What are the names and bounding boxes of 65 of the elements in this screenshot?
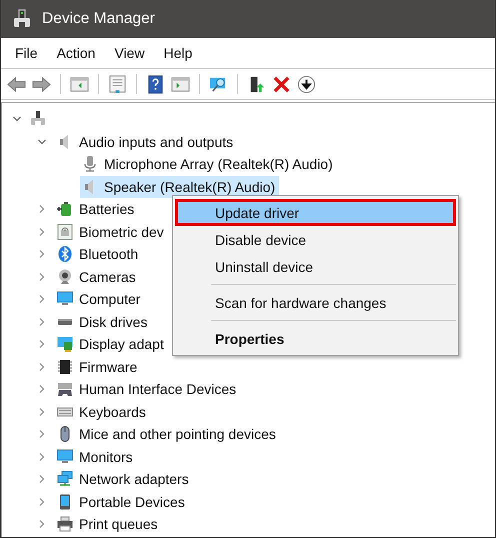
- tree-item[interactable]: Audio inputs and outputs: [55, 130, 238, 153]
- tree-item[interactable]: Cameras: [55, 266, 140, 288]
- menu-bar-item[interactable]: Action: [48, 43, 104, 63]
- chip-icon: [57, 358, 73, 375]
- tree-item[interactable]: Print queues: [55, 513, 162, 536]
- tree-item[interactable]: Biometric dev: [55, 220, 168, 243]
- app-icon: [12, 9, 32, 29]
- disk-drive-icon: [58, 318, 72, 325]
- help-icon[interactable]: [146, 74, 165, 94]
- tree-item[interactable]: Portable Devices: [55, 490, 189, 513]
- tree-item[interactable]: Disk drives: [55, 310, 152, 333]
- battery-plug-icon: [57, 201, 73, 218]
- action-pane-icon[interactable]: [171, 74, 190, 94]
- monitor-icon: [57, 291, 73, 308]
- printer-icon: [57, 516, 73, 532]
- tree-item[interactable]: Network adapters: [55, 468, 193, 490]
- context-menu-item[interactable]: Uninstall device: [175, 253, 456, 280]
- expand-chevron-icon[interactable]: [37, 384, 47, 394]
- network-icon: [57, 471, 73, 488]
- tree-item[interactable]: Human Interface Devices: [55, 378, 240, 400]
- gamepad-keyboard-icon: [57, 381, 73, 398]
- monitor-icon: [57, 448, 73, 465]
- tree-item[interactable]: Speaker (Realtek(R) Audio): [80, 176, 280, 198]
- tree-item[interactable]: Mice and other pointing devices: [55, 423, 280, 446]
- phone-icon: [57, 494, 73, 510]
- tree-item[interactable]: Keyboards: [55, 400, 150, 423]
- context-menu-item[interactable]: Disable device: [175, 226, 456, 253]
- expand-chevron-icon[interactable]: [37, 496, 47, 507]
- context-menu-item[interactable]: Update driver: [175, 199, 456, 226]
- expand-chevron-icon[interactable]: [37, 452, 47, 462]
- tree-item[interactable]: Computer: [55, 288, 144, 310]
- properties-icon[interactable]: [108, 74, 127, 94]
- expand-chevron-icon[interactable]: [37, 519, 47, 530]
- expand-chevron-icon[interactable]: [37, 339, 47, 350]
- collapse-chevron-icon[interactable]: [37, 136, 47, 147]
- context-menu-item[interactable]: Properties: [175, 325, 456, 352]
- bluetooth-icon: [57, 246, 73, 262]
- tree-item[interactable]: Batteries: [55, 198, 138, 220]
- tree-item[interactable]: Firmware: [55, 356, 142, 378]
- microphone-icon: [82, 156, 98, 172]
- expand-chevron-icon[interactable]: [37, 272, 47, 282]
- fingerprint-icon: [57, 224, 73, 240]
- uninstall-x-icon[interactable]: [272, 74, 291, 94]
- tree-item[interactable]: Bluetooth: [55, 243, 142, 266]
- expand-chevron-icon[interactable]: [37, 226, 47, 237]
- tree-item[interactable]: Microphone Array (Realtek(R) Audio): [80, 153, 337, 176]
- expand-chevron-icon[interactable]: [37, 406, 47, 417]
- expand-chevron-icon[interactable]: [37, 249, 47, 260]
- webcam-icon: [57, 268, 73, 285]
- tree-item[interactable]: Display adapt: [55, 333, 168, 356]
- expand-chevron-icon[interactable]: [37, 294, 47, 304]
- menu-bar-item[interactable]: View: [106, 43, 153, 63]
- expand-chevron-icon[interactable]: [37, 362, 47, 372]
- window-title: Device Manager: [42, 10, 155, 28]
- expand-chevron-icon[interactable]: [37, 204, 47, 214]
- menu-bar-item[interactable]: Help: [156, 43, 200, 63]
- console-tree-icon[interactable]: [70, 74, 89, 94]
- menu-bar-item[interactable]: File: [7, 43, 46, 63]
- tree-item[interactable]: Monitors: [55, 446, 137, 468]
- expand-chevron-icon[interactable]: [37, 429, 47, 440]
- computer-icon: [30, 111, 46, 128]
- expand-chevron-icon[interactable]: [37, 474, 47, 484]
- expand-chevron-icon[interactable]: [37, 316, 47, 327]
- display-adapter-icon: [57, 336, 73, 352]
- context-menu-item[interactable]: Scan for hardware changes: [175, 289, 456, 316]
